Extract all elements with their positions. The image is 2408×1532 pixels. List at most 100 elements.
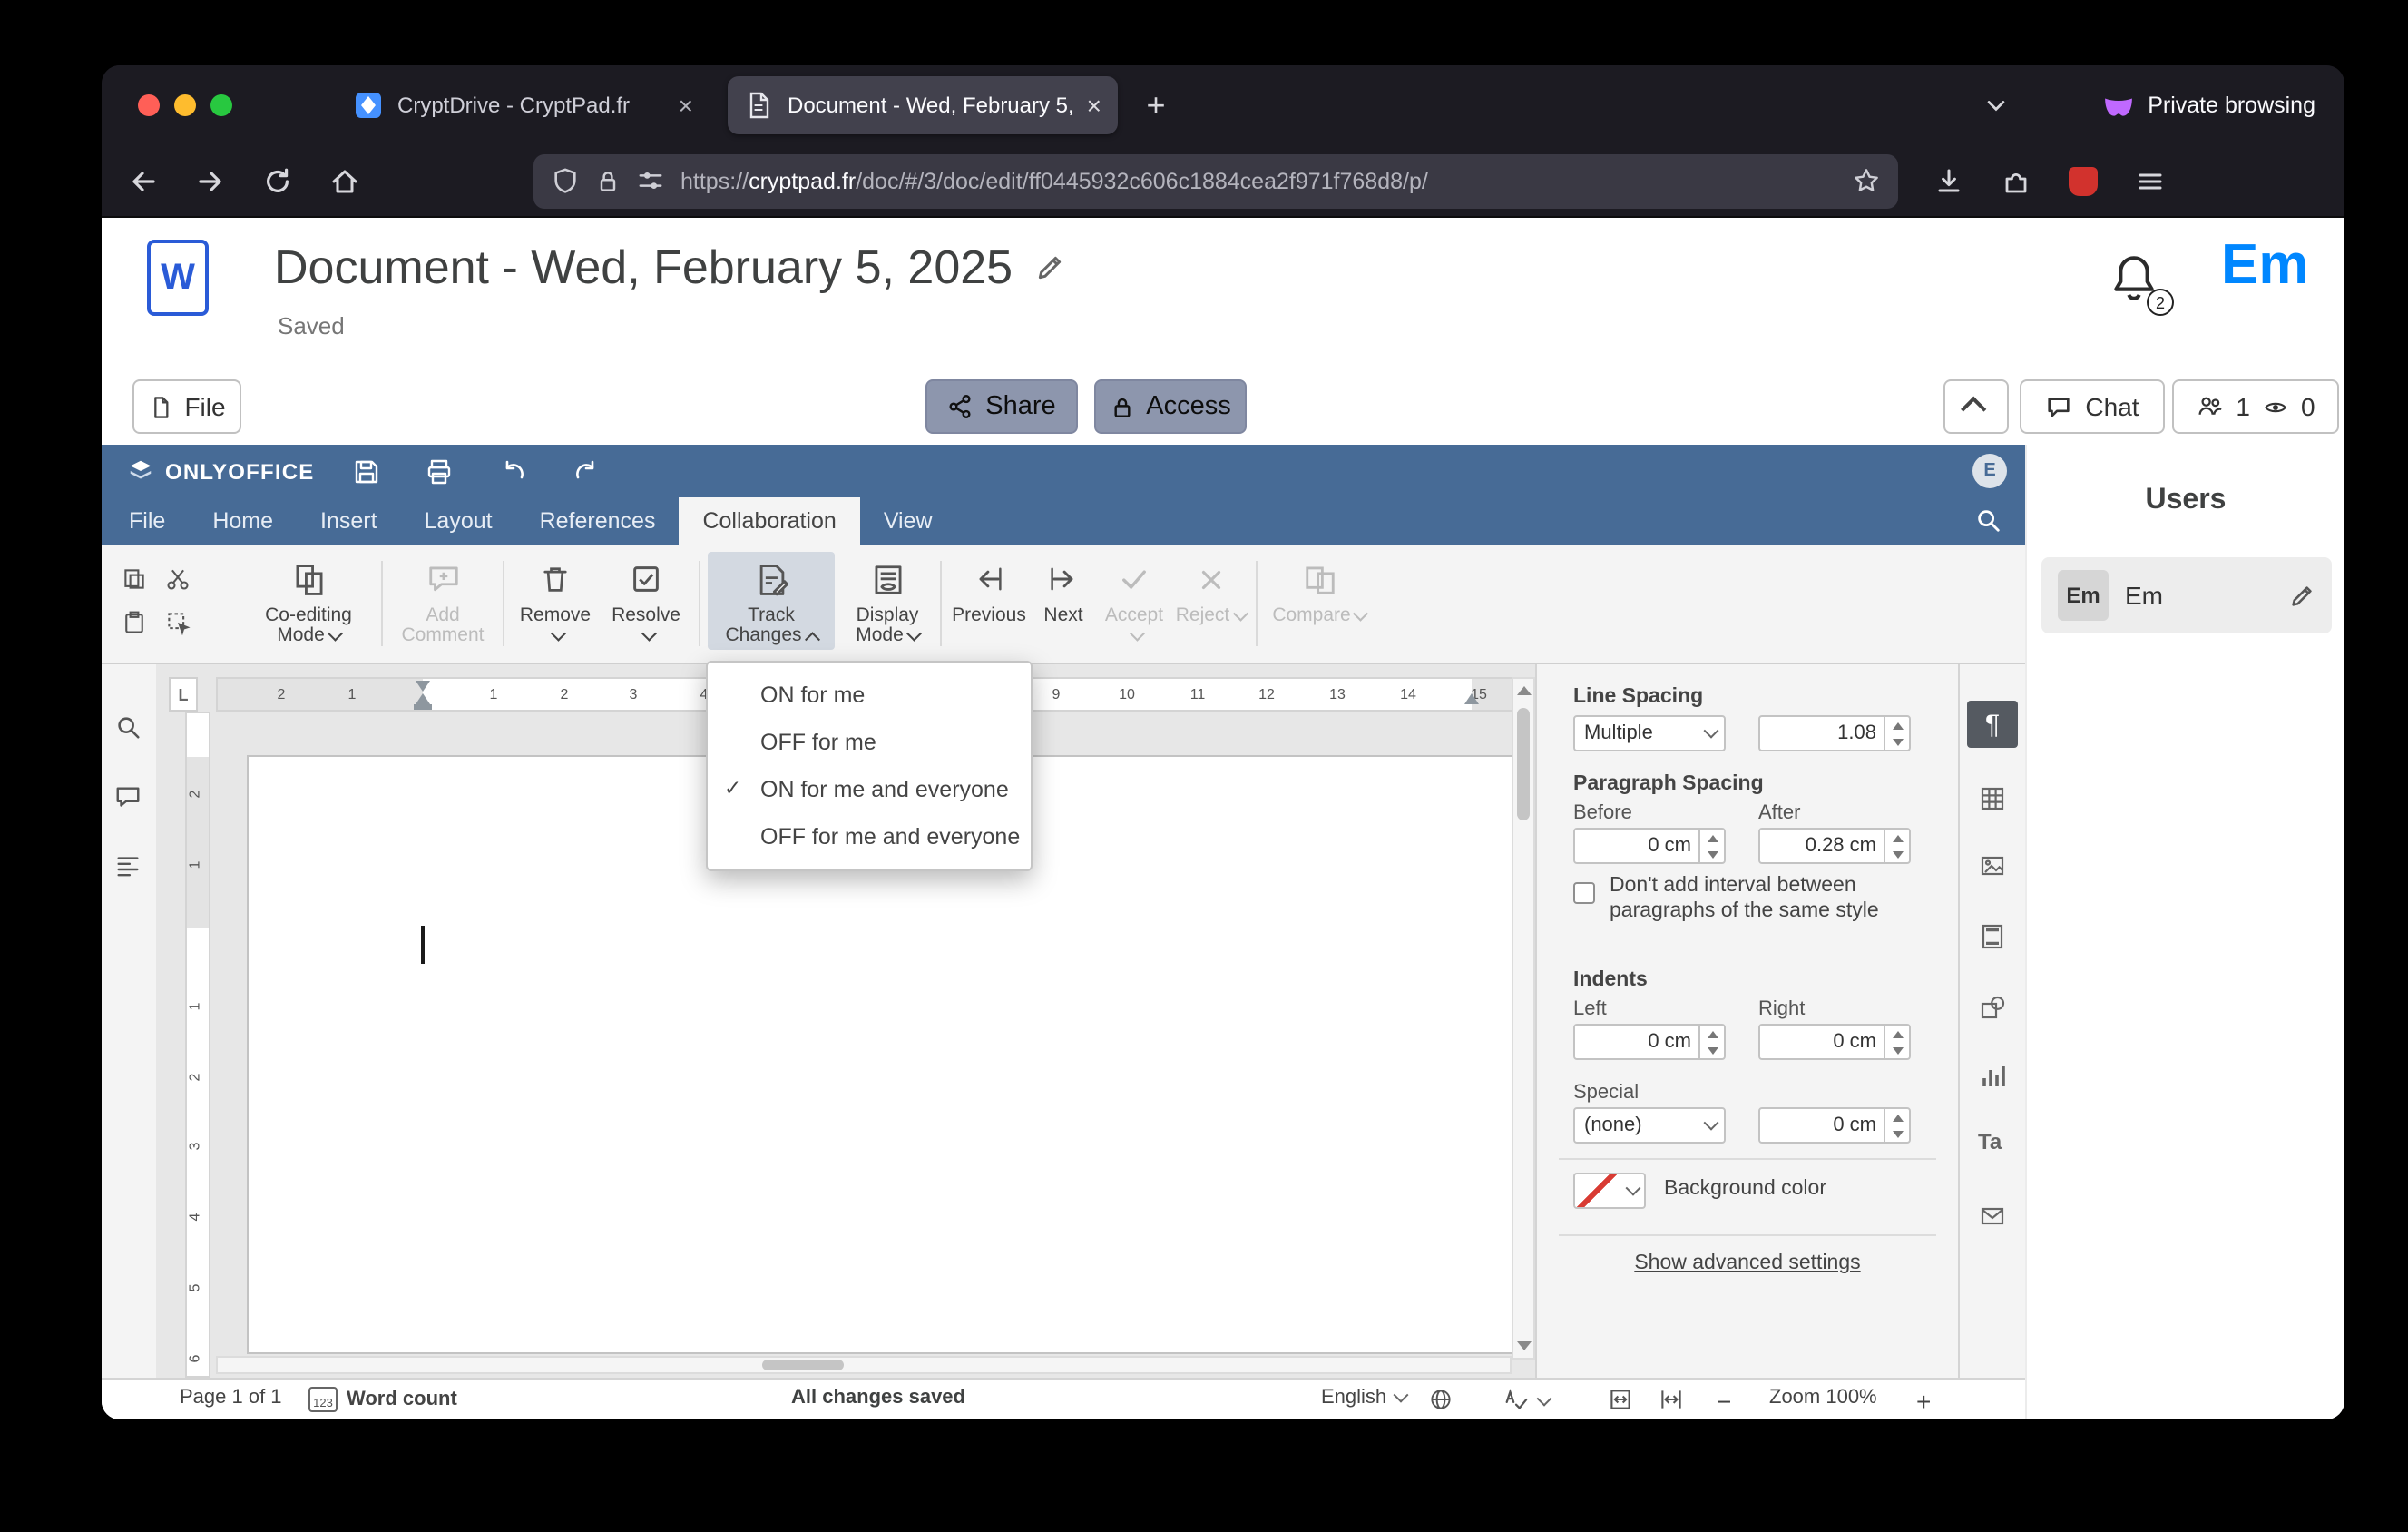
tab-cryptdrive[interactable]: CryptDrive - CryptPad.fr × xyxy=(338,76,710,134)
word-count-button[interactable]: 123 Word count xyxy=(308,1387,457,1412)
page-number-indicator[interactable]: Page 1 of 1 xyxy=(180,1387,282,1409)
coediting-mode-button[interactable]: Co-editing Mode xyxy=(250,559,367,646)
spin-up-icon[interactable] xyxy=(1885,1026,1909,1042)
editor-user-badge[interactable]: E xyxy=(1972,454,2007,488)
undo-icon[interactable] xyxy=(497,456,530,488)
next-change-button[interactable]: Next xyxy=(1033,559,1094,626)
fit-width-icon[interactable] xyxy=(1659,1387,1684,1412)
remove-comment-button[interactable]: Remove xyxy=(514,559,597,646)
save-icon[interactable] xyxy=(350,456,383,488)
special-amount-spinner[interactable]: 0 cm xyxy=(1758,1107,1911,1144)
find-icon[interactable] xyxy=(114,713,142,741)
left-indent-box[interactable] xyxy=(414,704,432,710)
back-icon[interactable] xyxy=(118,155,169,206)
spacing-before-spinner[interactable]: 0 cm xyxy=(1573,828,1726,864)
dropdown-item-off-for-me[interactable]: OFF for me xyxy=(708,719,1031,766)
menu-home[interactable]: Home xyxy=(189,497,297,545)
spin-down-icon[interactable] xyxy=(1700,846,1724,862)
scroll-up-arrow[interactable] xyxy=(1517,686,1532,695)
access-button[interactable]: Access xyxy=(1094,379,1247,434)
zoom-window-button[interactable] xyxy=(210,94,232,116)
spin-up-icon[interactable] xyxy=(1885,830,1909,846)
dropdown-item-off-for-everyone[interactable]: OFF for me and everyone xyxy=(708,813,1031,860)
editor-search-icon[interactable] xyxy=(1974,506,2002,534)
spin-down-icon[interactable] xyxy=(1885,1042,1909,1058)
textart-settings-icon[interactable]: Ta xyxy=(1978,1129,2002,1154)
menu-layout[interactable]: Layout xyxy=(401,497,516,545)
account-avatar[interactable]: Em xyxy=(2221,232,2309,298)
horizontal-scroll-thumb[interactable] xyxy=(762,1360,844,1370)
spacing-after-spinner[interactable]: 0.28 cm xyxy=(1758,828,1911,864)
header-footer-settings-icon[interactable] xyxy=(1978,922,2007,951)
left-indent-marker[interactable] xyxy=(416,693,430,704)
indent-right-spinner[interactable]: 0 cm xyxy=(1758,1024,1911,1060)
spin-up-icon[interactable] xyxy=(1885,1109,1909,1125)
resolve-comment-button[interactable]: Resolve xyxy=(604,559,688,646)
right-indent-marker[interactable] xyxy=(1464,693,1479,704)
comments-panel-icon[interactable] xyxy=(114,784,142,811)
forward-icon[interactable] xyxy=(185,155,236,206)
language-globe-icon[interactable] xyxy=(1428,1387,1454,1412)
compare-button[interactable]: Compare xyxy=(1268,559,1370,626)
mail-merge-settings-icon[interactable] xyxy=(1978,1202,2007,1231)
share-button[interactable]: Share xyxy=(925,379,1078,434)
image-settings-icon[interactable] xyxy=(1978,851,2007,880)
menu-insert[interactable]: Insert xyxy=(297,497,401,545)
line-spacing-select[interactable]: Multiple xyxy=(1573,715,1726,751)
dropdown-item-on-for-everyone[interactable]: ✓ ON for me and everyone xyxy=(708,766,1031,813)
spellcheck-button[interactable] xyxy=(1503,1387,1552,1414)
menu-collaboration[interactable]: Collaboration xyxy=(679,497,860,545)
vertical-scrollbar[interactable] xyxy=(1512,677,1535,1360)
background-color-swatch[interactable] xyxy=(1573,1173,1622,1209)
spin-down-icon[interactable] xyxy=(1700,1042,1724,1058)
document-language-button[interactable]: English xyxy=(1321,1387,1409,1409)
vertical-scroll-thumb[interactable] xyxy=(1517,708,1530,820)
file-button[interactable]: File xyxy=(132,379,241,434)
select-all-icon[interactable] xyxy=(160,604,196,641)
chat-button[interactable]: Chat xyxy=(2020,379,2165,434)
paragraph-settings-icon[interactable]: ¶ xyxy=(1967,701,2018,748)
spin-up-icon[interactable] xyxy=(1885,717,1909,733)
line-spacing-amount-spinner[interactable]: 1.08 xyxy=(1758,715,1911,751)
tab-close-icon[interactable]: × xyxy=(1087,91,1101,120)
spin-up-icon[interactable] xyxy=(1700,830,1724,846)
shape-settings-icon[interactable] xyxy=(1978,993,2007,1022)
fit-page-icon[interactable] xyxy=(1608,1387,1633,1412)
extensions-icon[interactable] xyxy=(1991,155,2041,206)
close-window-button[interactable] xyxy=(138,94,160,116)
cut-icon[interactable] xyxy=(160,561,196,597)
accept-change-button[interactable]: Accept xyxy=(1098,559,1170,646)
paste-icon[interactable] xyxy=(116,604,152,641)
reject-change-button[interactable]: Reject xyxy=(1174,559,1248,626)
scroll-down-arrow[interactable] xyxy=(1517,1341,1532,1350)
reload-icon[interactable] xyxy=(252,155,303,206)
downloads-icon[interactable] xyxy=(1923,155,1974,206)
zoom-out-button[interactable]: − xyxy=(1717,1387,1731,1416)
first-line-indent-marker[interactable] xyxy=(416,681,430,692)
spin-down-icon[interactable] xyxy=(1885,733,1909,750)
table-settings-icon[interactable] xyxy=(1978,784,2007,813)
menu-file[interactable]: File xyxy=(105,497,189,545)
special-select[interactable]: (none) xyxy=(1573,1107,1726,1144)
user-list-button[interactable]: 1 0 xyxy=(2172,379,2339,434)
spin-down-icon[interactable] xyxy=(1885,846,1909,862)
list-all-tabs-icon[interactable] xyxy=(1982,93,2008,118)
interval-checkbox[interactable] xyxy=(1573,882,1595,904)
edit-name-icon[interactable] xyxy=(2288,582,2315,609)
bookmark-star-icon[interactable] xyxy=(1853,167,1880,194)
previous-change-button[interactable]: Previous xyxy=(949,559,1029,626)
horizontal-scrollbar[interactable] xyxy=(216,1356,1512,1374)
display-mode-button[interactable]: Display Mode xyxy=(842,559,933,646)
url-text[interactable]: https://cryptpad.fr/doc/#/3/doc/edit/ff0… xyxy=(680,168,1838,193)
navigation-panel-icon[interactable] xyxy=(114,853,142,880)
permissions-icon[interactable] xyxy=(637,167,664,194)
collapse-toolbar-button[interactable] xyxy=(1943,379,2009,434)
print-icon[interactable] xyxy=(423,456,455,488)
home-icon[interactable] xyxy=(319,155,370,206)
menu-hamburger-icon[interactable] xyxy=(2125,155,2176,206)
menu-references[interactable]: References xyxy=(516,497,680,545)
add-comment-button[interactable]: Add Comment xyxy=(392,559,494,646)
url-bar[interactable]: https://cryptpad.fr/doc/#/3/doc/edit/ff0… xyxy=(533,153,1898,208)
indent-left-spinner[interactable]: 0 cm xyxy=(1573,1024,1726,1060)
new-tab-button[interactable]: + xyxy=(1132,82,1180,129)
